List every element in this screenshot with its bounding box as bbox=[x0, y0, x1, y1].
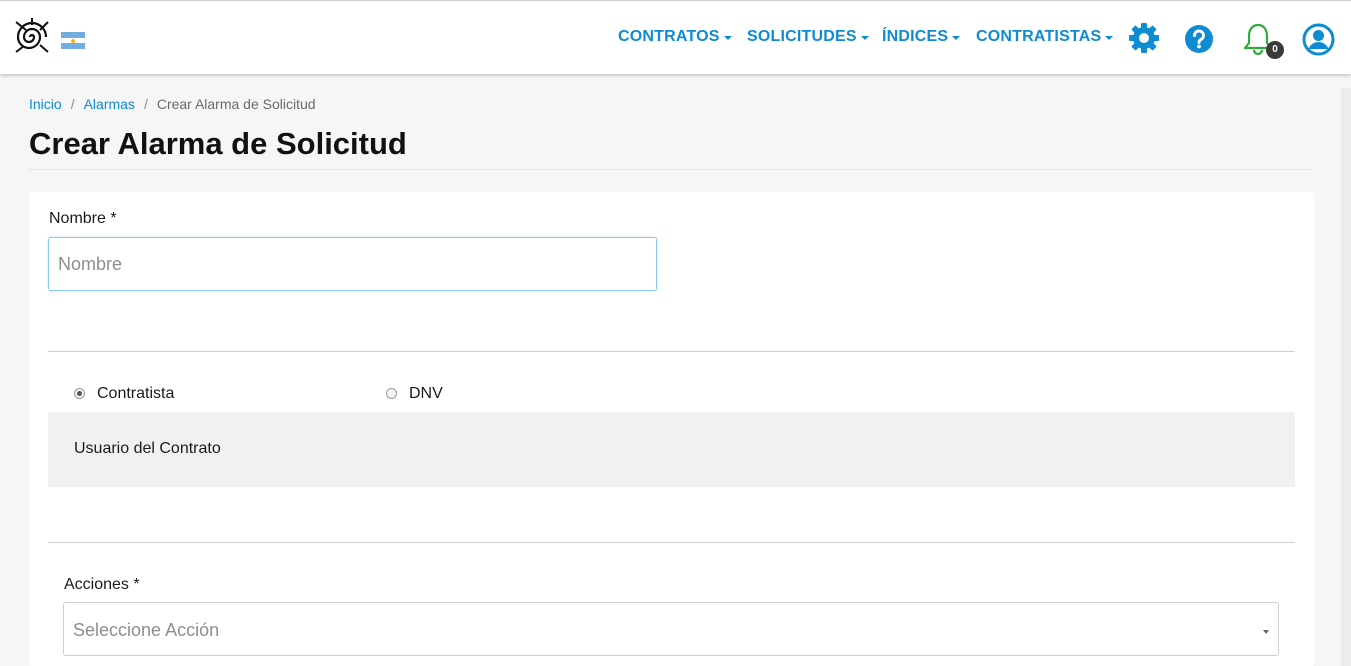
radio-dnv[interactable] bbox=[386, 388, 397, 399]
radio-contratista[interactable] bbox=[74, 388, 85, 399]
section-divider bbox=[48, 351, 1295, 352]
scrollbar-track[interactable] bbox=[1341, 88, 1351, 666]
breadcrumb-link-inicio[interactable]: Inicio bbox=[29, 96, 62, 112]
nav-contratistas[interactable]: CONTRATISTAS bbox=[976, 28, 1114, 46]
caret-down-icon bbox=[860, 36, 869, 40]
chevron-down-icon bbox=[1263, 630, 1269, 634]
title-divider bbox=[29, 169, 1313, 170]
breadcrumb-current: Crear Alarma de Solicitud bbox=[156, 96, 316, 112]
radio-dnv-label[interactable]: DNV bbox=[409, 385, 443, 403]
section-divider bbox=[48, 542, 1295, 543]
recipient-panel bbox=[48, 412, 1295, 487]
nav-contratos[interactable]: CONTRATOS bbox=[618, 28, 732, 46]
actions-label: Acciones * bbox=[64, 576, 140, 593]
caret-down-icon bbox=[952, 36, 961, 40]
recipient-panel-text: Usuario del Contrato bbox=[74, 440, 221, 457]
logo-icon[interactable] bbox=[14, 18, 50, 56]
top-navbar: CONTRATOS SOLICITUDES ÍNDICES CONTRATIST… bbox=[0, 0, 1351, 74]
user-circle-icon[interactable] bbox=[1302, 23, 1335, 56]
breadcrumb-separator: / bbox=[70, 96, 75, 112]
actions-select-placeholder: Seleccione Acción bbox=[73, 620, 220, 640]
nav-solicitudes[interactable]: SOLICITUDES bbox=[747, 28, 869, 46]
nav-indices-label: ÍNDICES bbox=[882, 28, 949, 45]
caret-down-icon bbox=[1105, 36, 1114, 40]
page-title: Crear Alarma de Solicitud bbox=[29, 126, 407, 161]
name-label: Nombre * bbox=[49, 210, 117, 227]
name-input[interactable] bbox=[48, 237, 657, 291]
gear-icon[interactable] bbox=[1128, 22, 1160, 54]
radio-contratista-label[interactable]: Contratista bbox=[97, 385, 174, 403]
breadcrumb-link-alarmas[interactable]: Alarmas bbox=[84, 96, 135, 112]
nav-solicitudes-label: SOLICITUDES bbox=[747, 28, 857, 45]
actions-select[interactable]: Seleccione Acción bbox=[63, 602, 1279, 656]
nav-indices[interactable]: ÍNDICES bbox=[882, 28, 961, 46]
nav-contratistas-label: CONTRATISTAS bbox=[976, 28, 1102, 45]
nav-contratos-label: CONTRATOS bbox=[618, 28, 720, 45]
argentina-flag-icon bbox=[61, 32, 85, 49]
notification-count-badge: 0 bbox=[1266, 41, 1284, 59]
breadcrumb-separator: / bbox=[143, 96, 148, 112]
caret-down-icon bbox=[723, 36, 732, 40]
question-circle-icon[interactable] bbox=[1184, 24, 1214, 54]
breadcrumb: Inicio / Alarmas / Crear Alarma de Solicitud bbox=[29, 96, 316, 112]
